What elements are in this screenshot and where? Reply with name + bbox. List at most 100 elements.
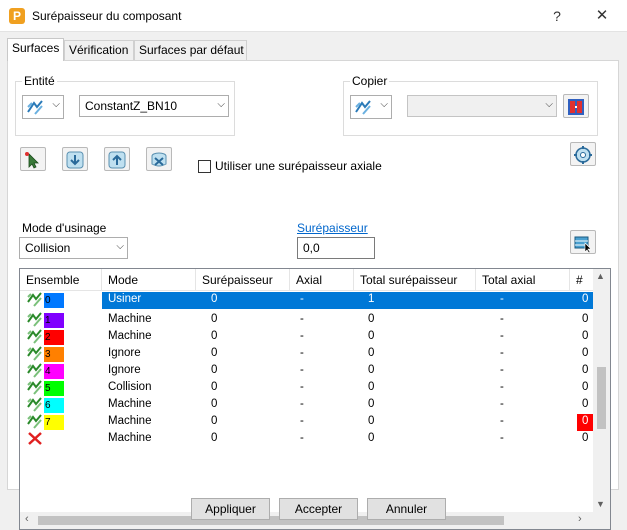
cell-axial: - <box>300 432 304 444</box>
axial-thickness-checkbox[interactable] <box>198 160 211 173</box>
cell-count: 0 <box>582 432 589 444</box>
copy-source-dropdown[interactable]: ⌵ <box>407 95 557 117</box>
help-button[interactable]: ? <box>543 5 571 27</box>
cell-count: 0 <box>582 330 589 342</box>
chevron-down-icon: ⌵ <box>545 99 553 110</box>
acquire-down-button[interactable] <box>62 147 88 171</box>
acquire-up-button[interactable] <box>104 147 130 171</box>
table-row[interactable]: 5 Collision 0 - 0 - 0 <box>20 380 595 397</box>
table-row[interactable]: 0 Usiner 0 - 1 - 0 <box>20 292 595 309</box>
entity-name-value: ConstantZ_BN10 <box>85 99 178 113</box>
app-logo-icon: P <box>9 8 25 24</box>
cell-total-axial: - <box>500 398 504 410</box>
cell-total-surepaisseur: 0 <box>368 347 375 359</box>
accept-button[interactable]: Accepter <box>279 498 358 520</box>
cell-axial: - <box>300 415 304 427</box>
toolpath-icon <box>27 100 43 115</box>
cell-total-axial: - <box>500 347 504 359</box>
table-row[interactable]: 6 Machine 0 - 0 - 0 <box>20 397 595 414</box>
cancel-button[interactable]: Annuler <box>367 498 446 520</box>
scroll-right-icon[interactable]: › <box>578 513 582 525</box>
set-color-swatch: 1 <box>44 313 64 328</box>
cell-axial: - <box>300 313 304 325</box>
cell-mode: Machine <box>108 313 152 325</box>
entity-type-dropdown[interactable]: ⌵ <box>22 95 64 119</box>
surface-set-icon <box>27 380 42 395</box>
table-row[interactable]: 3 Ignore 0 - 0 - 0 <box>20 346 595 363</box>
cell-surepaisseur: 0 <box>211 293 218 305</box>
cell-total-surepaisseur: 0 <box>368 364 375 376</box>
cell-axial: - <box>300 347 304 359</box>
apply-button[interactable]: Appliquer <box>191 498 270 520</box>
cell-total-surepaisseur: 0 <box>368 381 375 393</box>
cell-count: 0 <box>582 293 589 305</box>
cross-icon <box>28 432 42 445</box>
cell-count: 0 <box>582 381 589 393</box>
cell-mode: Machine <box>108 415 152 427</box>
tab-verification[interactable]: Vérification <box>64 40 134 60</box>
tab-surfaces-par-defaut[interactable]: Surfaces par défaut <box>134 40 247 60</box>
chevron-down-icon: ⌵ <box>380 99 388 110</box>
cell-mode: Ignore <box>108 364 141 376</box>
scroll-left-icon[interactable]: ‹ <box>25 513 29 525</box>
chevron-down-icon: ⌵ <box>52 99 60 110</box>
cell-total-axial: - <box>500 364 504 376</box>
copy-type-dropdown[interactable]: ⌵ <box>350 95 392 119</box>
set-color-swatch: 6 <box>44 398 64 413</box>
table-row[interactable]: Machine 0 - 0 - 0 <box>20 431 595 448</box>
vertical-scroll-thumb[interactable] <box>597 367 606 429</box>
col-header-total-surepaisseur[interactable]: Total surépaisseur <box>354 269 476 291</box>
pointer-select-icon <box>25 152 39 169</box>
cell-mode: Usiner <box>108 293 142 305</box>
toolpath-icon <box>355 100 371 115</box>
copier-label: Copier <box>350 74 390 88</box>
set-color-swatch: 5 <box>44 381 64 396</box>
cell-total-surepaisseur: 0 <box>368 398 375 410</box>
remove-surfaces-button[interactable] <box>146 147 172 171</box>
gear-icon <box>574 146 592 164</box>
window-title: Surépaisseur du composant <box>32 9 182 23</box>
cell-total-axial: - <box>500 381 504 393</box>
cell-total-axial: - <box>500 330 504 342</box>
surepaisseur-input[interactable]: 0,0 <box>297 237 375 259</box>
cell-total-surepaisseur: 1 <box>368 293 375 305</box>
col-header-surepaisseur[interactable]: Surépaisseur <box>196 269 290 291</box>
close-button[interactable]: ✕ <box>588 5 616 27</box>
cell-mode: Machine <box>108 432 152 444</box>
copy-apply-button[interactable] <box>563 94 589 118</box>
cell-total-axial: - <box>500 432 504 444</box>
cell-count: 0 <box>582 347 589 359</box>
settings-button[interactable] <box>570 142 596 166</box>
table-row[interactable]: 1 Machine 0 - 0 - 0 <box>20 312 595 329</box>
cell-count: 0 <box>582 313 589 325</box>
table-row[interactable]: 7 Machine 0 - 0 - 0 <box>20 414 601 431</box>
cell-axial: - <box>300 293 304 305</box>
table-row[interactable]: 4 Ignore 0 - 0 - 0 <box>20 363 595 380</box>
chevron-down-icon: ⌵ <box>217 99 225 110</box>
table-row[interactable]: 2 Machine 0 - 0 - 0 <box>20 329 595 346</box>
surfaces-panel: Entité ⌵ ConstantZ_BN10 ⌵ Copier ⌵ ⌵ Uti… <box>7 60 619 530</box>
col-header-axial[interactable]: Axial <box>290 269 354 291</box>
title-bar: P Surépaisseur du composant ? ✕ <box>0 0 627 32</box>
select-surfaces-button[interactable] <box>20 147 46 171</box>
col-header-total-axial[interactable]: Total axial <box>476 269 570 291</box>
col-header-count[interactable]: # <box>570 269 595 291</box>
surface-set-icon <box>27 397 42 412</box>
set-color-swatch: 4 <box>44 364 64 379</box>
vertical-scrollbar[interactable]: ▲ ▼ <box>593 269 610 513</box>
surepaisseur-link[interactable]: Surépaisseur <box>297 221 368 235</box>
table-pointer-icon <box>574 236 592 253</box>
copy-surfaces-icon <box>568 99 584 115</box>
scroll-down-icon[interactable]: ▼ <box>596 499 605 509</box>
col-header-ensemble[interactable]: Ensemble <box>20 269 102 291</box>
cell-axial: - <box>300 364 304 376</box>
tab-surfaces[interactable]: Surfaces <box>7 38 64 61</box>
col-header-mode[interactable]: Mode <box>102 269 196 291</box>
mode-usinage-dropdown[interactable]: Collision ⌵ <box>19 237 128 259</box>
apply-thickness-button[interactable] <box>570 230 596 254</box>
cell-surepaisseur: 0 <box>211 432 218 444</box>
entity-name-dropdown[interactable]: ConstantZ_BN10 ⌵ <box>79 95 229 117</box>
scroll-up-icon[interactable]: ▲ <box>596 271 605 281</box>
surface-set-icon <box>27 363 42 378</box>
set-color-swatch: 7 <box>44 415 64 430</box>
